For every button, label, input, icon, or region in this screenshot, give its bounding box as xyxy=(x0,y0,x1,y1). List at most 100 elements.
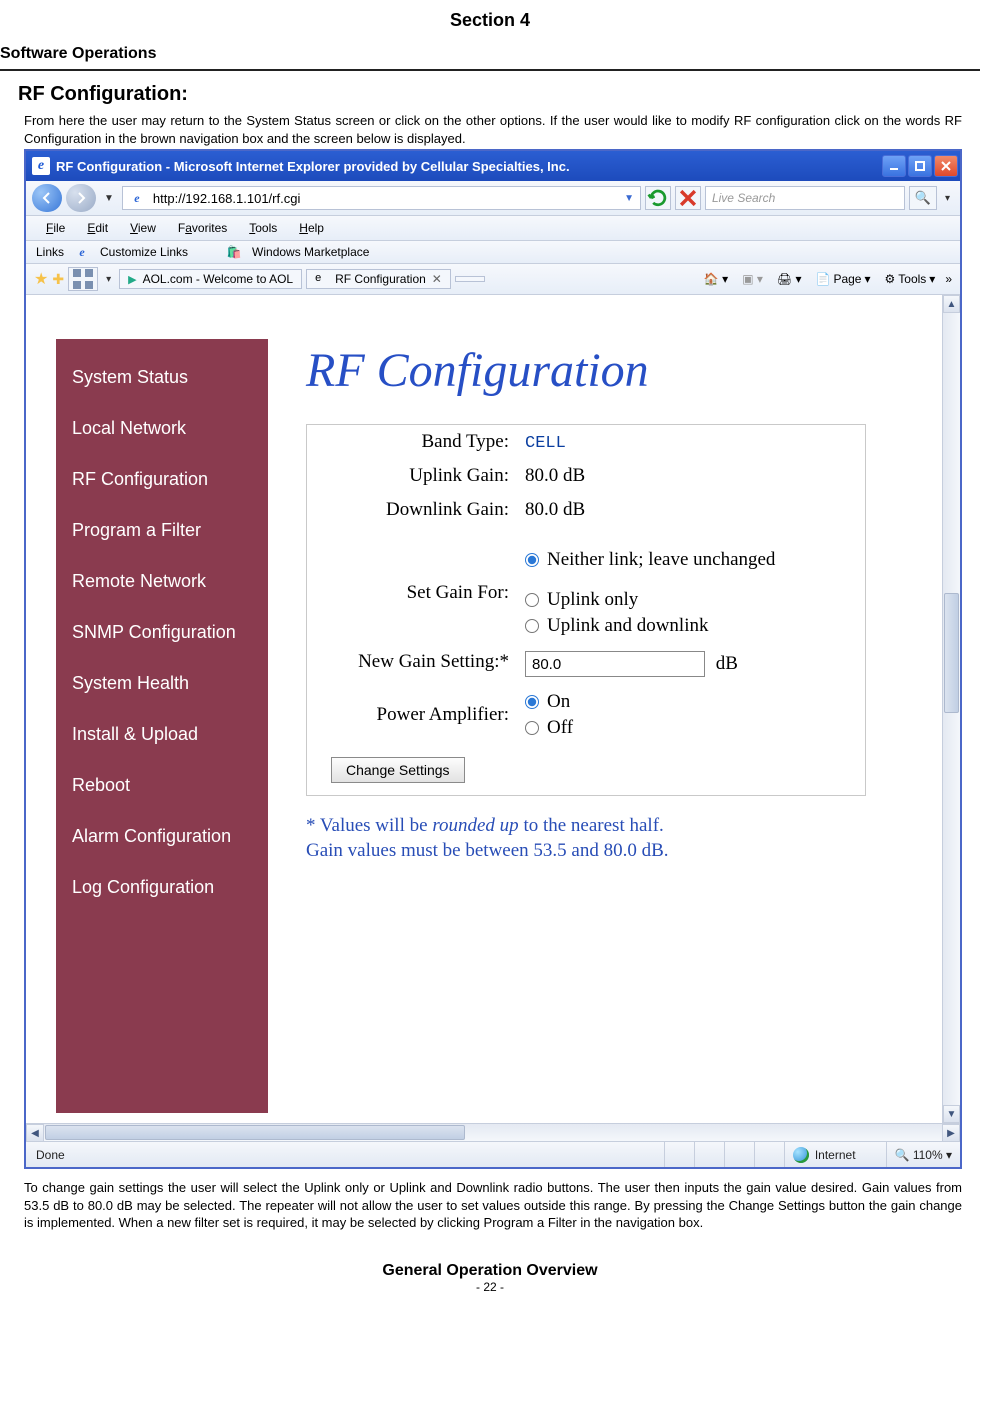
radio-uplink-input[interactable] xyxy=(525,593,539,607)
sidebar-item-snmp-config[interactable]: SNMP Configuration xyxy=(70,612,254,653)
scroll-up-icon[interactable]: ▲ xyxy=(943,295,960,313)
hscroll-thumb[interactable] xyxy=(45,1125,465,1140)
menu-file[interactable]: File xyxy=(36,219,75,237)
sidebar-item-system-status[interactable]: System Status xyxy=(70,357,254,398)
menu-edit[interactable]: Edit xyxy=(77,219,118,237)
stop-button[interactable] xyxy=(675,186,701,210)
sidebar-item-reboot[interactable]: Reboot xyxy=(70,765,254,806)
divider xyxy=(0,69,980,71)
tab-rfconfig[interactable]: e RF Configuration ✕ xyxy=(306,269,451,289)
downlink-gain-value: 80.0 dB xyxy=(517,493,865,527)
sidebar-item-local-network[interactable]: Local Network xyxy=(70,408,254,449)
gear-icon: ⚙ xyxy=(885,272,896,286)
search-go-button[interactable]: 🔍 xyxy=(909,186,937,210)
home-button[interactable]: 🏠 ▾ xyxy=(700,270,732,288)
browser-window: e RF Configuration - Microsoft Internet … xyxy=(24,149,962,1169)
refresh-button[interactable] xyxy=(645,186,671,210)
change-settings-button[interactable]: Change Settings xyxy=(331,757,465,783)
search-dropdown[interactable]: ▾ xyxy=(941,193,954,204)
sidebar-item-install-upload[interactable]: Install & Upload xyxy=(70,714,254,755)
config-form: Band Type: CELL Uplink Gain: 80.0 dB Dow… xyxy=(306,424,866,796)
globe-icon xyxy=(793,1147,809,1163)
menu-help[interactable]: Help xyxy=(289,219,334,237)
nav-history-dropdown[interactable]: ▼ xyxy=(100,193,118,204)
marketplace-icon: 🛍️ xyxy=(226,244,242,260)
search-placeholder: Live Search xyxy=(712,191,775,205)
radio-uplink-downlink[interactable]: Uplink and downlink xyxy=(525,613,857,639)
radio-pa-off[interactable]: Off xyxy=(525,715,857,741)
address-dropdown-icon[interactable]: ▼ xyxy=(624,193,634,204)
menu-view[interactable]: View xyxy=(120,219,166,237)
toolbar-overflow-icon[interactable]: » xyxy=(945,272,952,286)
tab-list-dropdown[interactable]: ▾ xyxy=(102,274,115,285)
sidebar-item-remote-network[interactable]: Remote Network xyxy=(70,561,254,602)
page-menu-label: Page xyxy=(833,272,861,286)
page-title: Software Operations xyxy=(0,45,980,63)
security-zone[interactable]: Internet xyxy=(784,1142,886,1167)
menu-tools[interactable]: Tools xyxy=(239,219,287,237)
outro-paragraph: To change gain settings the user will se… xyxy=(24,1179,962,1232)
uplink-gain-label: Uplink Gain: xyxy=(307,459,517,493)
url-input[interactable] xyxy=(151,190,618,207)
link-customize[interactable]: Customize Links xyxy=(100,245,188,259)
scroll-right-icon[interactable]: ▶ xyxy=(942,1124,960,1142)
tab-close-icon[interactable]: ✕ xyxy=(432,272,442,286)
tab-aol[interactable]: ▶ AOL.com - Welcome to AOL xyxy=(119,269,302,289)
radio-neither-link[interactable]: Neither link; leave unchanged xyxy=(525,547,857,573)
tools-menu[interactable]: ⚙ Tools ▾ xyxy=(881,270,940,288)
horizontal-scrollbar[interactable]: ◀ ▶ xyxy=(26,1123,960,1141)
band-type-value: CELL xyxy=(525,434,566,453)
forward-button[interactable] xyxy=(66,184,96,212)
footnote: * Values will be rounded up to the neare… xyxy=(306,814,922,863)
power-amplifier-label: Power Amplifier: xyxy=(307,683,517,747)
sidebar-item-rf-configuration[interactable]: RF Configuration xyxy=(70,459,254,500)
scroll-down-icon[interactable]: ▼ xyxy=(943,1105,960,1123)
footer-title: General Operation Overview xyxy=(0,1262,980,1280)
scroll-left-icon[interactable]: ◀ xyxy=(26,1124,44,1142)
radio-neither-input[interactable] xyxy=(525,553,539,567)
aol-icon: ▶ xyxy=(128,273,136,286)
status-bar: Done Internet 🔍 110% ▾ xyxy=(26,1141,960,1167)
page-heading: RF Configuration xyxy=(306,343,922,398)
zoom-control[interactable]: 🔍 110% ▾ xyxy=(886,1142,960,1167)
maximize-button[interactable] xyxy=(908,155,932,177)
scroll-thumb[interactable] xyxy=(944,593,959,713)
search-box[interactable]: Live Search xyxy=(705,186,905,210)
sidebar-item-system-health[interactable]: System Health xyxy=(70,663,254,704)
nav-toolbar: ▼ e ▼ Live Search 🔍 ▾ xyxy=(26,181,960,216)
address-bar[interactable]: e ▼ xyxy=(122,186,641,210)
ie-icon: e xyxy=(315,272,329,286)
vertical-scrollbar[interactable]: ▲ ▼ xyxy=(942,295,960,1123)
new-tab-button[interactable] xyxy=(455,276,485,282)
page-menu[interactable]: 📄 Page ▾ xyxy=(811,270,874,288)
section-header: Section 4 xyxy=(0,10,980,31)
print-button[interactable]: 🖨 ▾ xyxy=(773,270,806,288)
radio-uplink-only[interactable]: Uplink only xyxy=(525,587,857,613)
quick-tabs-button[interactable] xyxy=(68,267,98,291)
footer-page-number: - 22 - xyxy=(0,1280,980,1294)
radio-pa-off-input[interactable] xyxy=(525,721,539,735)
back-button[interactable] xyxy=(32,184,62,212)
feeds-button[interactable]: ▣ ▾ xyxy=(738,270,767,288)
menu-favorites[interactable]: Favorites xyxy=(168,219,237,237)
new-gain-input[interactable] xyxy=(525,651,705,677)
link-marketplace[interactable]: Windows Marketplace xyxy=(252,245,369,259)
status-text: Done xyxy=(26,1148,75,1162)
ie-icon: e xyxy=(74,244,90,260)
band-type-label: Band Type: xyxy=(307,425,517,459)
footnote-line-2: Gain values must be between 53.5 and 80.… xyxy=(306,839,922,864)
sidebar-item-program-filter[interactable]: Program a Filter xyxy=(70,510,254,551)
radio-both-input[interactable] xyxy=(525,619,539,633)
sidebar-item-log-config[interactable]: Log Configuration xyxy=(70,867,254,908)
downlink-gain-label: Downlink Gain: xyxy=(307,493,517,527)
radio-pa-on-input[interactable] xyxy=(525,695,539,709)
add-favorite-icon[interactable]: ✚ xyxy=(52,271,64,288)
minimize-button[interactable] xyxy=(882,155,906,177)
radio-pa-on-label: On xyxy=(547,691,570,713)
radio-pa-on[interactable]: On xyxy=(525,689,857,715)
page-content: System Status Local Network RF Configura… xyxy=(26,295,942,1123)
favorites-star-icon[interactable]: ★ xyxy=(34,269,48,289)
links-bar: Links e Customize Links 🛍️ Windows Marke… xyxy=(26,241,960,264)
sidebar-item-alarm-config[interactable]: Alarm Configuration xyxy=(70,816,254,857)
close-button[interactable] xyxy=(934,155,958,177)
